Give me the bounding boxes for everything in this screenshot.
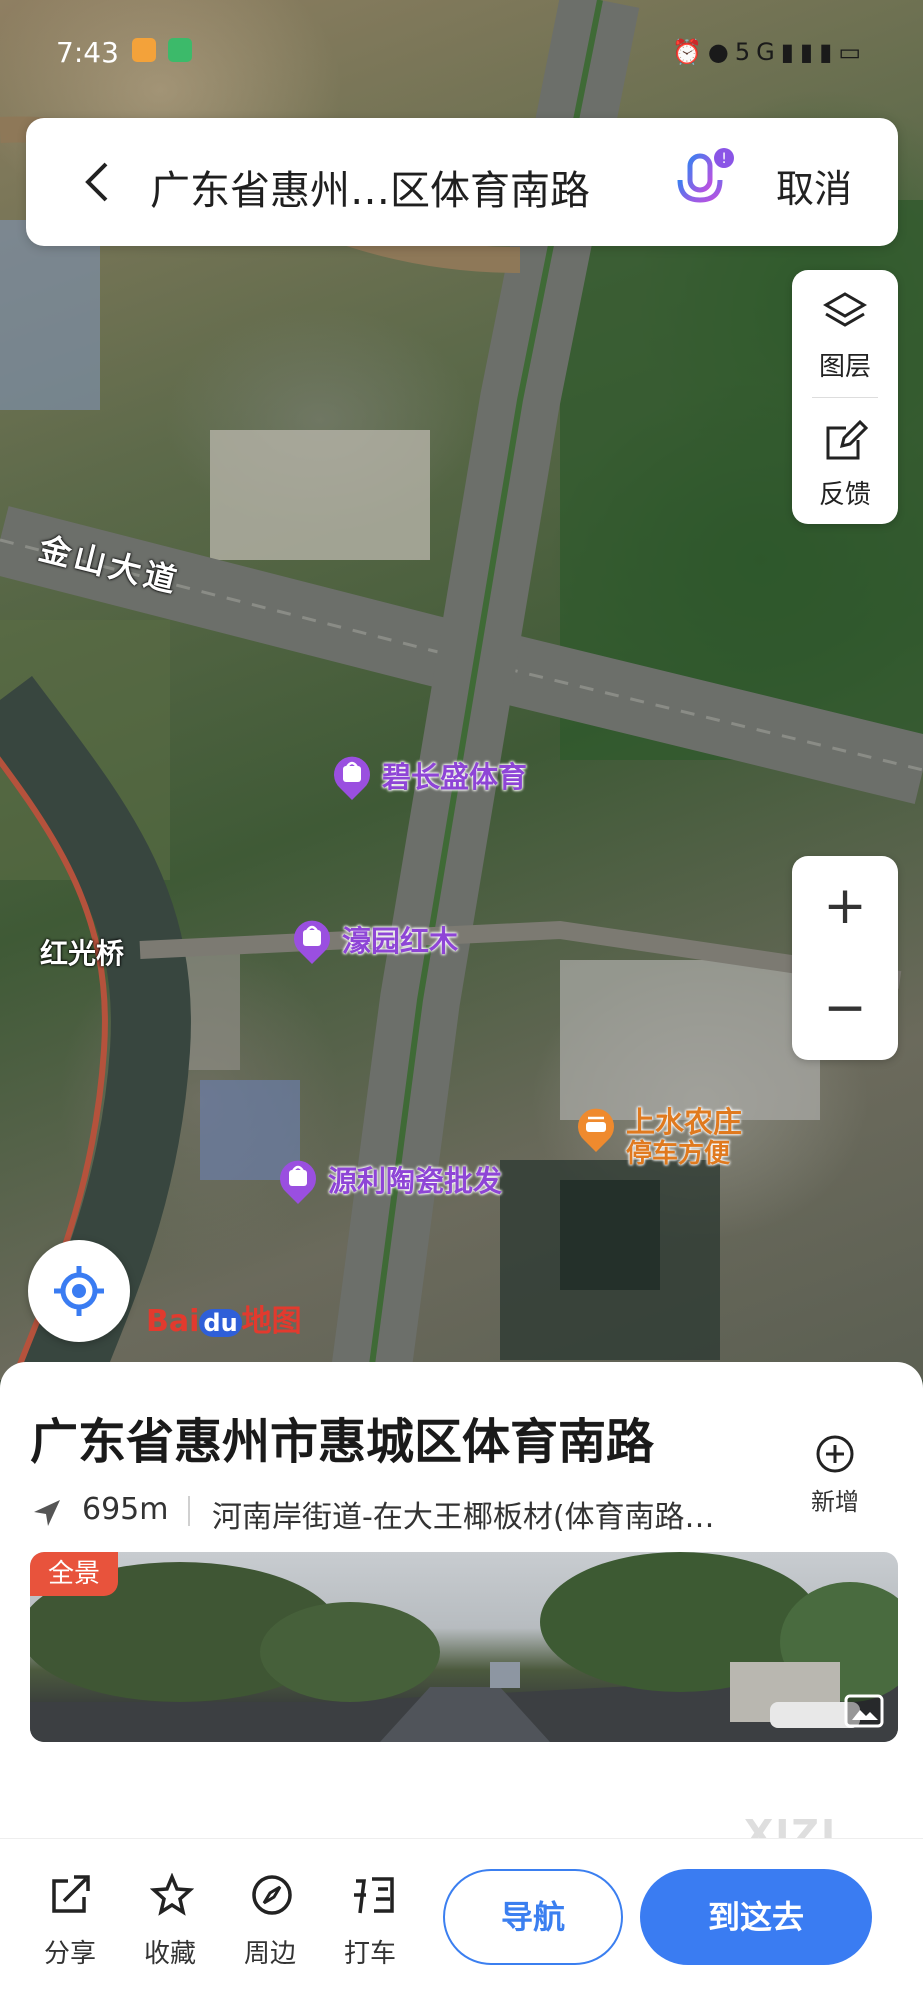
road-label-hongguang: 红光桥	[40, 937, 125, 970]
notification-home-icon	[168, 38, 192, 62]
poi-name: 濠园红木	[342, 924, 459, 958]
share-button[interactable]: 分享	[30, 1873, 110, 1983]
feedback-label: 反馈	[818, 480, 871, 510]
address-text: 河南岸街道-在大王椰板材(体育南路…	[212, 1500, 715, 1535]
favorite-label: 收藏	[143, 1939, 196, 1969]
svg-text:!: !	[721, 151, 727, 167]
street-view-image	[30, 1552, 898, 1742]
signal-icon: ▮▮▮	[780, 38, 839, 66]
navigation-arrow-icon	[34, 1500, 60, 1526]
panorama-tag: 全景	[30, 1552, 118, 1596]
satellite-map[interactable]: 7:43 ⏰●5G▮▮▮▭ 广东省惠州…区体育南路 ! 取消 图层 反馈 + −…	[0, 0, 923, 1380]
add-circle-icon	[816, 1435, 854, 1473]
location-icon: ●	[707, 38, 735, 66]
cancel-button[interactable]: 取消	[776, 158, 852, 213]
shopping-bag-pin-icon	[294, 920, 330, 964]
poi-name: 源利陶瓷批发	[328, 1164, 503, 1198]
bottom-action-bar: 分享 收藏 周边 打车 导航 到这去	[0, 1838, 923, 2000]
taxi-label: 打车	[343, 1939, 396, 1969]
zoom-out-button[interactable]: −	[792, 958, 898, 1058]
edit-icon	[826, 419, 868, 460]
nearby-label: 周边	[243, 1939, 296, 1969]
add-label: 新增	[811, 1488, 859, 1516]
favorite-button[interactable]: 收藏	[130, 1873, 210, 1983]
network-label: 5G	[734, 38, 781, 66]
layers-icon	[823, 292, 867, 327]
navigate-button[interactable]: 导航	[443, 1869, 623, 1965]
alarm-icon: ⏰	[671, 38, 708, 66]
search-bar[interactable]: 广东省惠州…区体育南路 ! 取消	[26, 118, 898, 246]
map-tools-panel: 图层 反馈	[792, 270, 898, 524]
taxi-icon	[354, 1877, 394, 1914]
compass-icon	[252, 1875, 292, 1915]
poi-name: 碧长盛体育	[382, 760, 528, 794]
shopping-bag-pin-icon	[334, 756, 370, 800]
notification-app-icon	[132, 38, 156, 62]
place-title: 广东省惠州市惠城区体育南路	[30, 1414, 655, 1470]
status-time: 7:43	[56, 36, 119, 69]
logo-ditu: 地图	[241, 1304, 302, 1339]
poi-name: 上水农庄	[626, 1105, 743, 1139]
battery-icon: ▭	[838, 38, 867, 66]
panorama-preview[interactable]: 全景	[30, 1552, 898, 1742]
star-icon	[150, 1873, 194, 1916]
divider	[188, 1496, 190, 1526]
search-query[interactable]: 广东省惠州…区体育南路	[150, 158, 590, 216]
logo-du: du	[199, 1309, 242, 1337]
share-icon	[52, 1875, 90, 1913]
taxi-button[interactable]: 打车	[330, 1873, 410, 1983]
status-bar: 7:43 ⏰●5G▮▮▮▭	[0, 0, 923, 100]
go-here-button[interactable]: 到这去	[640, 1869, 872, 1965]
microphone-icon[interactable]: !	[666, 146, 736, 216]
logo-bai: Bai	[146, 1304, 200, 1339]
layers-label: 图层	[818, 352, 871, 382]
locate-me-button[interactable]	[28, 1240, 130, 1342]
zoom-panel: + −	[792, 856, 898, 1060]
share-label: 分享	[43, 1939, 96, 1969]
status-indicators: ⏰●5G▮▮▮▭	[672, 38, 867, 66]
nearby-button[interactable]: 周边	[230, 1873, 310, 1983]
crosshair-icon	[54, 1266, 104, 1316]
distance-value: 695m	[82, 1492, 169, 1527]
feedback-button[interactable]: 反馈	[792, 398, 898, 520]
back-icon[interactable]	[78, 154, 128, 210]
poi-subtitle: 停车方便	[626, 1139, 731, 1169]
image-gallery-icon[interactable]	[844, 1694, 884, 1728]
baidu-map-logo: Bai du 地图	[146, 1296, 302, 1340]
layers-button[interactable]: 图层	[792, 270, 898, 392]
add-button[interactable]: 新增	[800, 1434, 870, 1516]
zoom-in-button[interactable]: +	[792, 856, 898, 956]
shopping-bag-pin-icon	[280, 1160, 316, 1204]
restaurant-pin-icon	[578, 1108, 614, 1152]
